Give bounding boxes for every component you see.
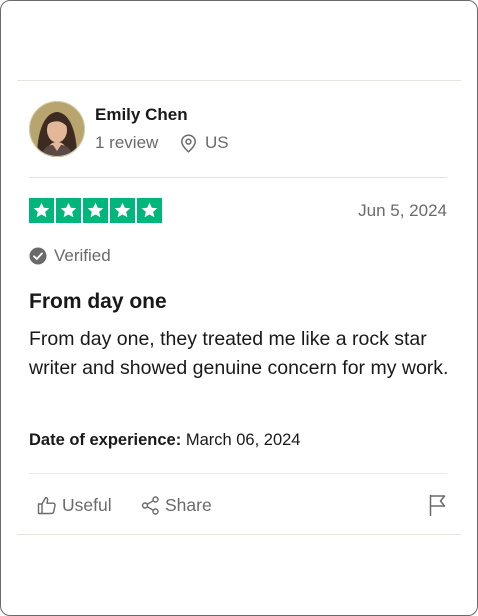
experience-label: Date of experience:: [29, 431, 182, 449]
share-label: Share: [165, 494, 212, 515]
verified-badge[interactable]: Verified: [29, 245, 111, 267]
avatar-photo: [29, 101, 85, 157]
report-flag-button[interactable]: [426, 493, 448, 517]
share-button[interactable]: Share: [141, 493, 212, 517]
experience-date: March 06, 2024: [185, 431, 301, 449]
location-label: US: [205, 133, 229, 152]
share-icon: [141, 495, 159, 515]
bottom-divider: [17, 534, 461, 535]
review-title[interactable]: From day one: [29, 290, 167, 314]
flag-icon: [429, 494, 445, 516]
reviewer-name[interactable]: Emily Chen: [95, 105, 188, 125]
star-icon: [56, 198, 81, 223]
date-of-experience: Date of experience: March 06, 2024: [29, 431, 300, 450]
star-rating: [29, 198, 162, 223]
useful-label: Useful: [62, 494, 112, 515]
star-icon: [110, 198, 135, 223]
header-divider: [29, 177, 447, 178]
location-pin-icon: [181, 133, 196, 153]
footer-divider: [29, 473, 447, 474]
star-icon: [29, 198, 54, 223]
reviewer-location: US: [180, 132, 229, 154]
review-count: 1 review: [95, 133, 159, 152]
star-icon: [83, 198, 108, 223]
verified-check-icon: [29, 247, 47, 265]
review-body: From day one, they treated me like a roc…: [29, 328, 449, 379]
review-date: Jun 5, 2024: [358, 201, 447, 220]
top-divider: [17, 80, 461, 81]
useful-button[interactable]: Useful: [37, 493, 112, 517]
avatar[interactable]: [29, 101, 85, 157]
verified-label: Verified: [54, 246, 111, 265]
star-icon: [137, 198, 162, 223]
thumbs-up-icon: [37, 496, 56, 514]
